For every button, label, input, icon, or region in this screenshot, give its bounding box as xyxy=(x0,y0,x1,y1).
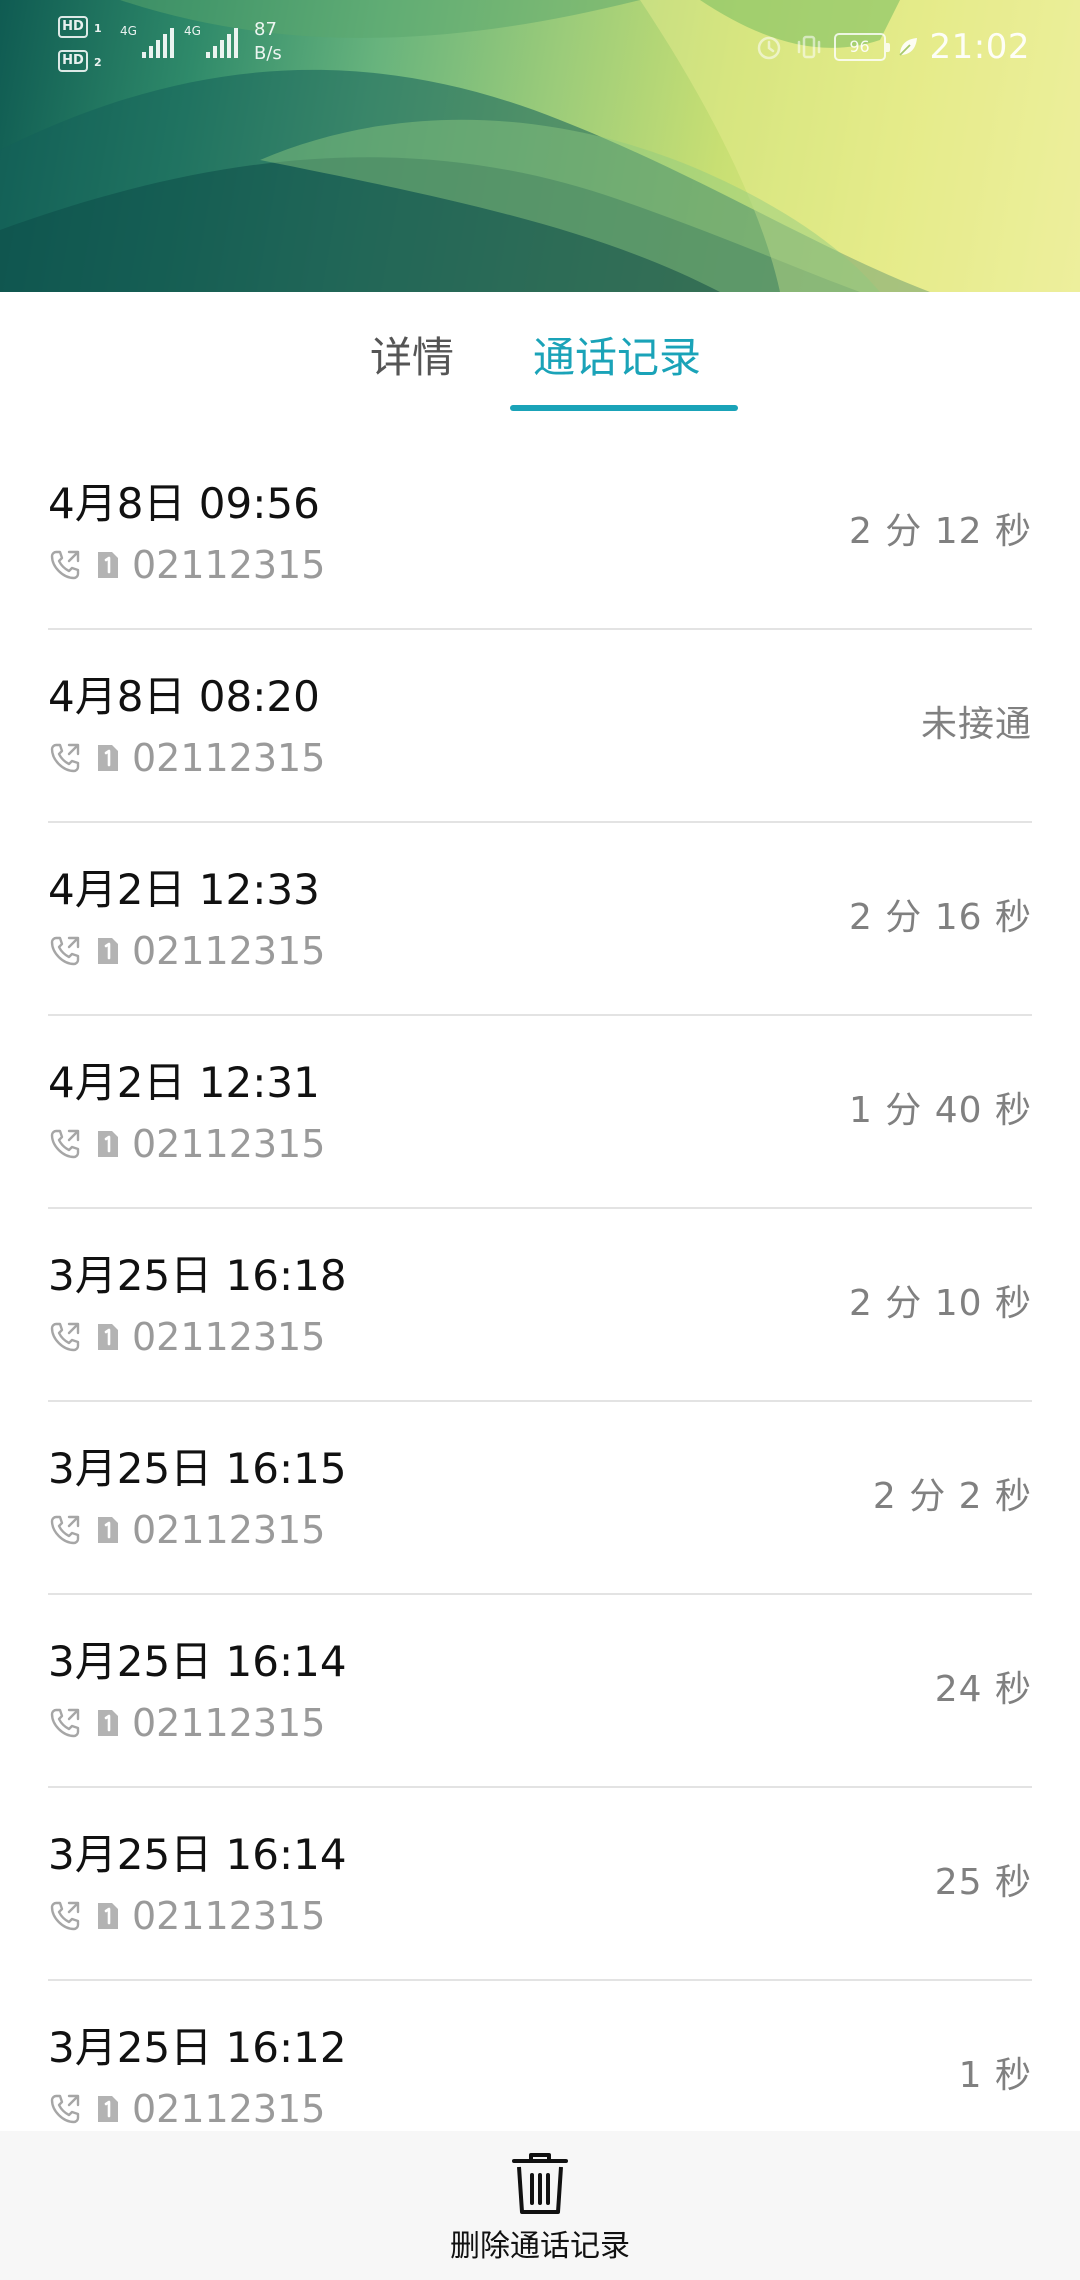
call-log-row[interactable]: 4月8日 09:56 02112315 2 分 12 秒 xyxy=(48,437,1032,630)
call-number: 02112315 xyxy=(132,1508,326,1552)
network-speed-unit: B/s xyxy=(254,43,282,64)
sim-2-label: 2 xyxy=(94,56,102,69)
call-number: 02112315 xyxy=(132,929,326,973)
call-duration: 2 分 12 秒 xyxy=(848,511,1032,552)
call-log-row[interactable]: 3月25日 16:18 02112315 2 分 10 秒 xyxy=(48,1209,1032,1402)
call-duration: 未接通 xyxy=(920,704,1032,745)
call-number: 02112315 xyxy=(132,2087,326,2131)
call-log-row[interactable]: 3月25日 16:15 02112315 2 分 2 秒 xyxy=(48,1402,1032,1595)
sim-1-icon xyxy=(98,1710,118,1736)
outgoing-call-icon xyxy=(50,743,80,773)
call-date-time: 3月25日 16:14 xyxy=(48,1830,347,1879)
sim-1-icon xyxy=(98,1517,118,1543)
sim-1-icon xyxy=(98,938,118,964)
outgoing-call-icon xyxy=(50,936,80,966)
call-log-row[interactable]: 4月8日 08:20 02112315 未接通 xyxy=(48,630,1032,823)
call-number: 02112315 xyxy=(132,1701,326,1745)
call-duration: 2 分 2 秒 xyxy=(872,1476,1032,1517)
call-duration: 2 分 16 秒 xyxy=(848,897,1032,938)
trash-icon xyxy=(512,2153,568,2214)
battery-indicator: 96 xyxy=(833,33,890,61)
call-log-row[interactable]: 3月25日 16:14 02112315 25 秒 xyxy=(48,1788,1032,1981)
call-date-time: 3月25日 16:15 xyxy=(48,1444,347,1493)
call-number: 02112315 xyxy=(132,736,326,780)
call-meta: 02112315 xyxy=(48,1893,325,1939)
call-date-time: 3月25日 16:18 xyxy=(48,1251,347,1300)
status-bar: HD 1 HD 2 4G 4G 87 B/s 96 21:02 xyxy=(0,0,1080,92)
status-bar-left: HD 1 HD 2 4G 4G 87 B/s xyxy=(58,16,318,76)
power-saving-leaf-icon xyxy=(898,38,917,56)
network-type-2: 4G xyxy=(184,24,201,38)
tab-details[interactable]: 详情 xyxy=(370,330,454,386)
call-meta: 02112315 xyxy=(48,735,325,781)
call-log-row[interactable]: 3月25日 16:12 02112315 1 秒 xyxy=(48,1981,1032,2131)
status-bar-right: 96 21:02 xyxy=(754,22,1030,72)
call-meta: 02112315 xyxy=(48,928,325,974)
vibrate-icon xyxy=(797,35,820,59)
call-meta: 02112315 xyxy=(48,1700,325,1746)
call-meta: 02112315 xyxy=(48,2086,325,2131)
call-date-time: 4月8日 08:20 xyxy=(48,672,320,721)
call-log-row[interactable]: 4月2日 12:33 02112315 2 分 16 秒 xyxy=(48,823,1032,1016)
outgoing-call-icon xyxy=(50,1322,80,1352)
call-date-time: 4月2日 12:31 xyxy=(48,1058,320,1107)
call-meta: 02112315 xyxy=(48,542,325,588)
outgoing-call-icon xyxy=(50,1515,80,1545)
call-duration: 25 秒 xyxy=(934,1862,1032,1903)
signal-strength-icon-1 xyxy=(142,28,176,58)
outgoing-call-icon xyxy=(50,1129,80,1159)
sim-1-icon xyxy=(98,1324,118,1350)
tab-bar: 详情 通话记录 xyxy=(0,292,1080,422)
outgoing-call-icon xyxy=(50,1708,80,1738)
outgoing-call-icon xyxy=(50,1901,80,1931)
sim-1-label: 1 xyxy=(94,22,102,35)
call-log-row[interactable]: 4月2日 12:31 02112315 1 分 40 秒 xyxy=(48,1016,1032,1209)
tab-call-log[interactable]: 通话记录 xyxy=(533,330,701,386)
delete-call-log-label: 删除通话记录 xyxy=(450,2229,630,2264)
sim-1-icon xyxy=(98,745,118,771)
alarm-icon xyxy=(757,36,780,60)
hd-voice-badge-2: HD xyxy=(58,50,88,72)
active-tab-indicator xyxy=(510,405,738,411)
call-duration: 1 分 40 秒 xyxy=(848,1090,1032,1131)
outgoing-call-icon xyxy=(50,2094,80,2124)
call-meta: 02112315 xyxy=(48,1507,325,1553)
call-number: 02112315 xyxy=(132,1894,326,1938)
network-type-1: 4G xyxy=(120,24,137,38)
call-date-time: 4月8日 09:56 xyxy=(48,479,320,528)
sim-1-icon xyxy=(98,552,118,578)
hd-voice-badge-1: HD xyxy=(58,16,88,38)
call-log-list: 4月8日 09:56 02112315 2 分 12 秒 4月8日 08:20 0211… xyxy=(0,437,1080,2131)
call-number: 02112315 xyxy=(132,1315,326,1359)
network-speed-value: 87 xyxy=(254,19,277,40)
call-date-time: 3月25日 16:14 xyxy=(48,1637,347,1686)
call-date-time: 4月2日 12:33 xyxy=(48,865,320,914)
delete-call-log-button[interactable]: 删除通话记录 xyxy=(0,2131,1080,2280)
status-clock: 21:02 xyxy=(929,27,1030,67)
call-log-row[interactable]: 3月25日 16:14 02112315 24 秒 xyxy=(48,1595,1032,1788)
call-number: 02112315 xyxy=(132,1122,326,1166)
network-speed: 87 B/s xyxy=(254,18,282,66)
call-duration: 24 秒 xyxy=(934,1669,1032,1710)
call-duration: 2 分 10 秒 xyxy=(848,1283,1032,1324)
signal-strength-icon-2 xyxy=(206,28,240,58)
call-date-time: 3月25日 16:12 xyxy=(48,2023,347,2072)
call-meta: 02112315 xyxy=(48,1121,325,1167)
call-duration: 1 秒 xyxy=(958,2055,1032,2096)
call-meta: 02112315 xyxy=(48,1314,325,1360)
sim-1-icon xyxy=(98,1131,118,1157)
outgoing-call-icon xyxy=(50,550,80,580)
call-log-screen: HD 1 HD 2 4G 4G 87 B/s 96 21:02 详情 通话记录 … xyxy=(0,0,1080,2280)
sim-1-icon xyxy=(98,1903,118,1929)
sim-1-icon xyxy=(98,2096,118,2122)
call-number: 02112315 xyxy=(132,543,326,587)
